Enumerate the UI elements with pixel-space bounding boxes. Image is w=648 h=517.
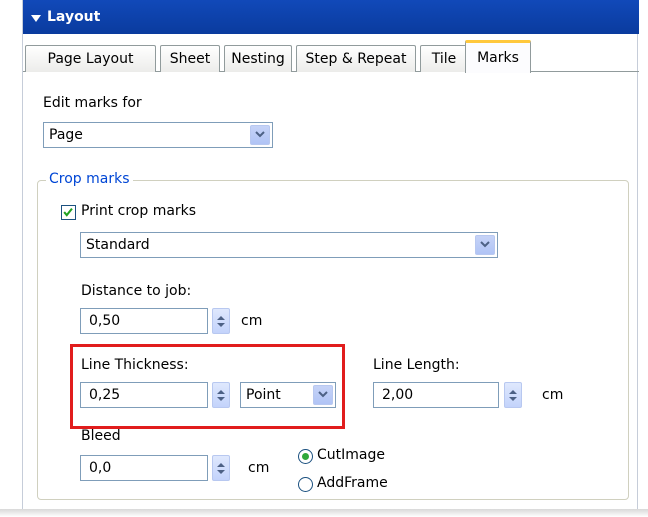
cutimage-radio[interactable] — [298, 449, 313, 464]
panel-header[interactable]: Layout — [23, 0, 639, 34]
tab-tile[interactable]: Tile — [420, 45, 468, 72]
edit-marks-select[interactable]: Page — [43, 122, 273, 148]
bleed-unit: cm — [248, 460, 270, 476]
crop-marks-legend: Crop marks — [46, 171, 133, 187]
line-thickness-highlight — [70, 344, 345, 429]
print-crop-marks-checkbox[interactable] — [61, 205, 76, 220]
bleed-stepper[interactable] — [212, 455, 230, 481]
crop-style-value: Standard — [86, 237, 150, 253]
distance-stepper[interactable] — [212, 308, 230, 334]
distance-input[interactable]: 0,50 — [80, 308, 208, 334]
checkmark-icon — [63, 207, 73, 217]
print-crop-marks-label: Print crop marks — [81, 203, 197, 219]
tab-bar: Page Layout Sheet Nesting Step & Repeat … — [23, 40, 639, 73]
addframe-radio[interactable] — [298, 477, 313, 492]
line-length-stepper[interactable] — [504, 382, 522, 408]
tab-page-layout[interactable]: Page Layout — [25, 45, 156, 72]
collapse-arrow-icon[interactable] — [31, 14, 41, 22]
bleed-input[interactable]: 0,0 — [80, 455, 208, 481]
line-length-input[interactable]: 2,00 — [373, 382, 499, 408]
chevron-down-icon[interactable] — [250, 125, 270, 145]
edit-marks-label: Edit marks for — [43, 95, 142, 111]
distance-unit: cm — [241, 313, 263, 329]
chevron-down-icon[interactable] — [475, 235, 495, 255]
tab-sheet[interactable]: Sheet — [160, 45, 220, 72]
tab-step-repeat[interactable]: Step & Repeat — [296, 45, 416, 72]
distance-label: Distance to job: — [81, 283, 192, 299]
crop-style-select[interactable]: Standard — [80, 232, 498, 258]
line-length-label: Line Length: — [373, 357, 460, 373]
bottom-shadow — [0, 509, 648, 517]
layout-panel: Layout Page Layout Sheet Nesting Step & … — [22, 0, 639, 509]
tab-nesting[interactable]: Nesting — [224, 45, 292, 72]
panel-title: Layout — [47, 9, 101, 25]
bleed-label: Bleed — [81, 428, 121, 444]
tab-marks[interactable]: Marks — [465, 40, 531, 73]
line-length-unit: cm — [542, 387, 564, 403]
addframe-label: AddFrame — [317, 475, 388, 491]
cutimage-label: CutImage — [317, 447, 385, 463]
edit-marks-value: Page — [49, 127, 83, 143]
